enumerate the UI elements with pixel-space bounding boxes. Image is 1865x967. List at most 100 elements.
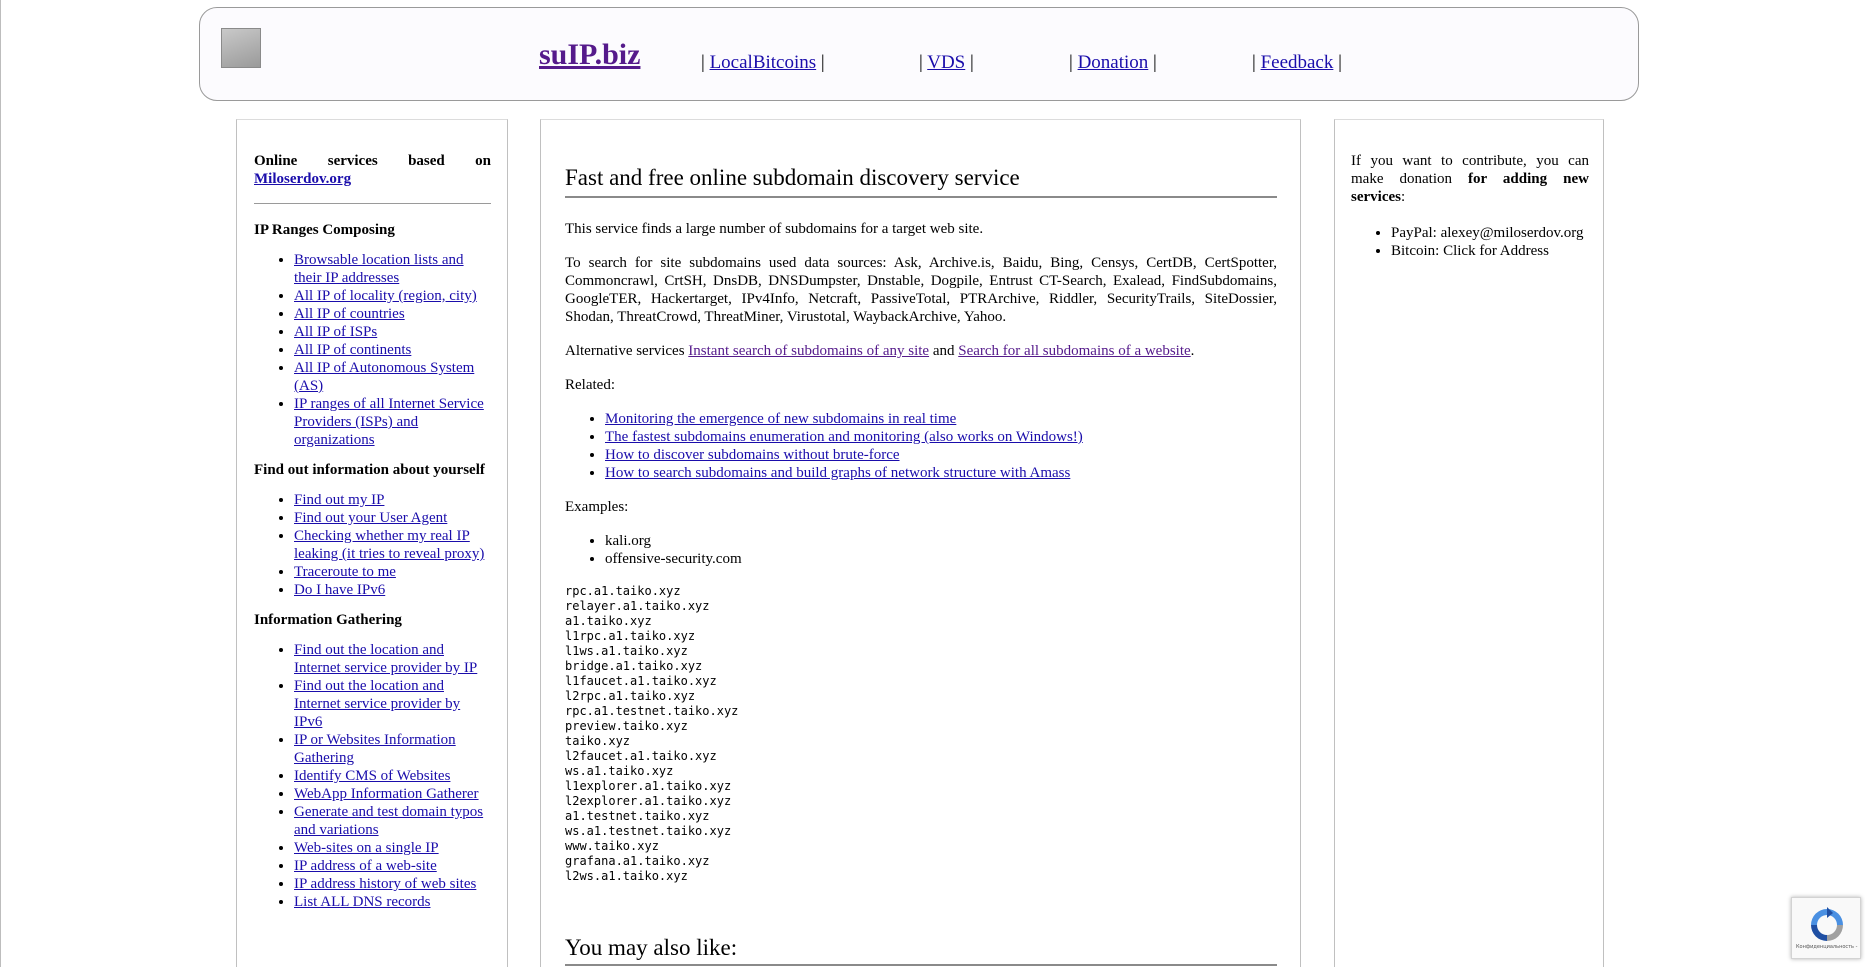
sidebar-link[interactable]: All IP of countries bbox=[294, 306, 405, 322]
result-line: l1faucet.a1.taiko.xyz bbox=[565, 674, 717, 688]
sidebar-link[interactable]: IP address history of web sites bbox=[294, 876, 476, 892]
logo-icon[interactable] bbox=[221, 28, 261, 68]
result-line: rpc.a1.taiko.xyz bbox=[565, 584, 681, 598]
list-item: IP or Websites Information Gathering bbox=[294, 731, 491, 767]
recaptcha-icon bbox=[1811, 907, 1843, 941]
related-label: Related: bbox=[565, 377, 615, 393]
sidebar-link[interactable]: IP ranges of all Internet Service Provid… bbox=[294, 396, 484, 448]
main-inner: Fast and free online subdomain discovery… bbox=[565, 164, 1277, 966]
result-line: l1ws.a1.taiko.xyz bbox=[565, 644, 688, 658]
list-item: Browsable location lists and their IP ad… bbox=[294, 251, 491, 287]
sidebar-content: Online services based on Miloserdov.org … bbox=[254, 152, 491, 923]
related-link[interactable]: How to search subdomains and build graph… bbox=[605, 465, 1070, 481]
result-line: relayer.a1.taiko.xyz bbox=[565, 599, 710, 613]
sidebar-link[interactable]: Find out my IP bbox=[294, 492, 384, 508]
result-line: l1rpc.a1.taiko.xyz bbox=[565, 629, 696, 643]
service-description: This service finds a large number of sub… bbox=[565, 221, 984, 237]
sidebar-link[interactable]: All IP of continents bbox=[294, 342, 411, 358]
result-line: www.taiko.xyz bbox=[565, 839, 659, 853]
nav-separator: | bbox=[970, 52, 974, 73]
sidebar-link[interactable]: All IP of Autonomous System (AS) bbox=[294, 360, 474, 394]
alt-prefix: Alternative services bbox=[565, 343, 685, 359]
sidebar-link[interactable]: Browsable location lists and their IP ad… bbox=[294, 252, 464, 286]
nav-separator: | bbox=[1338, 52, 1342, 73]
list-item: All IP of Autonomous System (AS) bbox=[294, 359, 491, 395]
list-item: All IP of countries bbox=[294, 305, 491, 323]
instant-search-link[interactable]: Instant search of subdomains of any site bbox=[688, 343, 929, 359]
nav-link-donation[interactable]: Donation bbox=[1078, 52, 1149, 73]
section-heading-information-gathering: Information Gathering bbox=[254, 612, 402, 628]
nav-separator: | bbox=[919, 52, 923, 73]
nav-link-vds[interactable]: VDS bbox=[927, 52, 965, 73]
bitcoin-item[interactable]: Bitcoin: Click for Address bbox=[1391, 242, 1589, 260]
subdomain-results: rpc.a1.taiko.xyz relayer.a1.taiko.xyz a1… bbox=[565, 584, 1277, 884]
related-list: Monitoring the emergence of new subdomai… bbox=[565, 410, 1277, 482]
also-like-heading: You may also like: bbox=[565, 934, 1277, 966]
list-item: Identify CMS of Websites bbox=[294, 767, 491, 785]
nav-separator: | bbox=[1252, 52, 1256, 73]
related-link[interactable]: The fastest subdomains enumeration and m… bbox=[605, 429, 1083, 445]
contribute-text: If you want to contribute, you can make … bbox=[1351, 152, 1589, 206]
result-line: ws.a1.taiko.xyz bbox=[565, 764, 674, 778]
list-item: Find out your User Agent bbox=[294, 509, 491, 527]
list-item: kali.org bbox=[605, 532, 1277, 550]
section-heading-about-yourself: Find out information about yourself bbox=[254, 462, 485, 478]
list-item: Do I have IPv6 bbox=[294, 581, 491, 599]
sidebar-link[interactable]: Generate and test domain typos and varia… bbox=[294, 804, 483, 838]
sidebar-link[interactable]: IP or Websites Information Gathering bbox=[294, 732, 456, 766]
examples-list: kali.org offensive-security.com bbox=[565, 532, 1277, 568]
sidebar-link[interactable]: Do I have IPv6 bbox=[294, 582, 385, 598]
related-link[interactable]: How to discover subdomains without brute… bbox=[605, 447, 900, 463]
examples-label: Examples: bbox=[565, 499, 629, 515]
alt-and: and bbox=[932, 343, 955, 359]
sidebar-link[interactable]: Checking whether my real IP leaking (it … bbox=[294, 528, 484, 562]
sidebar-divider bbox=[254, 203, 491, 204]
site-header: suIP.biz | LocalBitcoins | | VDS | | Don… bbox=[199, 7, 1639, 101]
nav-link-feedback[interactable]: Feedback bbox=[1261, 52, 1334, 73]
result-line: l2faucet.a1.taiko.xyz bbox=[565, 749, 717, 763]
miloserdov-link[interactable]: Miloserdov.org bbox=[254, 171, 351, 187]
list-item: Generate and test domain typos and varia… bbox=[294, 803, 491, 839]
sidebar-link[interactable]: WebApp Information Gatherer bbox=[294, 786, 479, 802]
result-line: a1.taiko.xyz bbox=[565, 614, 652, 628]
section-list-information-gathering: Find out the location and Internet servi… bbox=[254, 641, 491, 911]
sidebar-link[interactable]: All IP of ISPs bbox=[294, 324, 377, 340]
sidebar-link[interactable]: Web-sites on a single IP bbox=[294, 840, 439, 856]
nav-separator: | bbox=[1153, 52, 1157, 73]
paypal-item: PayPal: alexey@miloserdov.org bbox=[1391, 224, 1589, 242]
list-item: Find out the location and Internet servi… bbox=[294, 677, 491, 731]
sidebar-intro-text: Online services based on bbox=[254, 153, 491, 169]
list-item: Find out the location and Internet servi… bbox=[294, 641, 491, 677]
sidebar-link[interactable]: Find out the location and Internet servi… bbox=[294, 678, 460, 730]
search-all-subdomains-link[interactable]: Search for all subdomains of a website bbox=[958, 343, 1190, 359]
result-line: rpc.a1.testnet.taiko.xyz bbox=[565, 704, 739, 718]
window-edge bbox=[0, 0, 1, 967]
list-item: Monitoring the emergence of new subdomai… bbox=[605, 410, 1277, 428]
section-list-ip-ranges: Browsable location lists and their IP ad… bbox=[254, 251, 491, 449]
list-item: List ALL DNS records bbox=[294, 893, 491, 911]
list-item: All IP of continents bbox=[294, 341, 491, 359]
sidebar-link[interactable]: Find out the location and Internet servi… bbox=[294, 642, 477, 676]
sidebar-link[interactable]: IP address of a web-site bbox=[294, 858, 437, 874]
list-item: All IP of locality (region, city) bbox=[294, 287, 491, 305]
sidebar-link[interactable]: List ALL DNS records bbox=[294, 894, 431, 910]
sidebar-link[interactable]: Traceroute to me bbox=[294, 564, 396, 580]
donation-list: PayPal: alexey@miloserdov.org Bitcoin: C… bbox=[1351, 224, 1589, 260]
result-line: ws.a1.testnet.taiko.xyz bbox=[565, 824, 732, 838]
list-item: All IP of ISPs bbox=[294, 323, 491, 341]
recaptcha-badge[interactable]: Конфиденциальность - Условия использован… bbox=[1791, 897, 1861, 959]
site-title-link[interactable]: suIP.biz bbox=[539, 40, 640, 70]
result-line: l2ws.a1.taiko.xyz bbox=[565, 869, 688, 883]
nav-item-localbitcoins: | LocalBitcoins | bbox=[701, 53, 825, 72]
list-item: Web-sites on a single IP bbox=[294, 839, 491, 857]
page: suIP.biz | LocalBitcoins | | VDS | | Don… bbox=[0, 0, 1865, 967]
related-link[interactable]: Monitoring the emergence of new subdomai… bbox=[605, 411, 956, 427]
nav-link-localbitcoins[interactable]: LocalBitcoins bbox=[710, 52, 817, 73]
recaptcha-text: Конфиденциальность - Условия использован… bbox=[1796, 944, 1858, 950]
result-line: preview.taiko.xyz bbox=[565, 719, 688, 733]
sidebar-link[interactable]: Find out your User Agent bbox=[294, 510, 447, 526]
list-item: Checking whether my real IP leaking (it … bbox=[294, 527, 491, 563]
sidebar-link[interactable]: Identify CMS of Websites bbox=[294, 768, 450, 784]
sidebar-link[interactable]: All IP of locality (region, city) bbox=[294, 288, 477, 304]
list-item: offensive-security.com bbox=[605, 550, 1277, 568]
